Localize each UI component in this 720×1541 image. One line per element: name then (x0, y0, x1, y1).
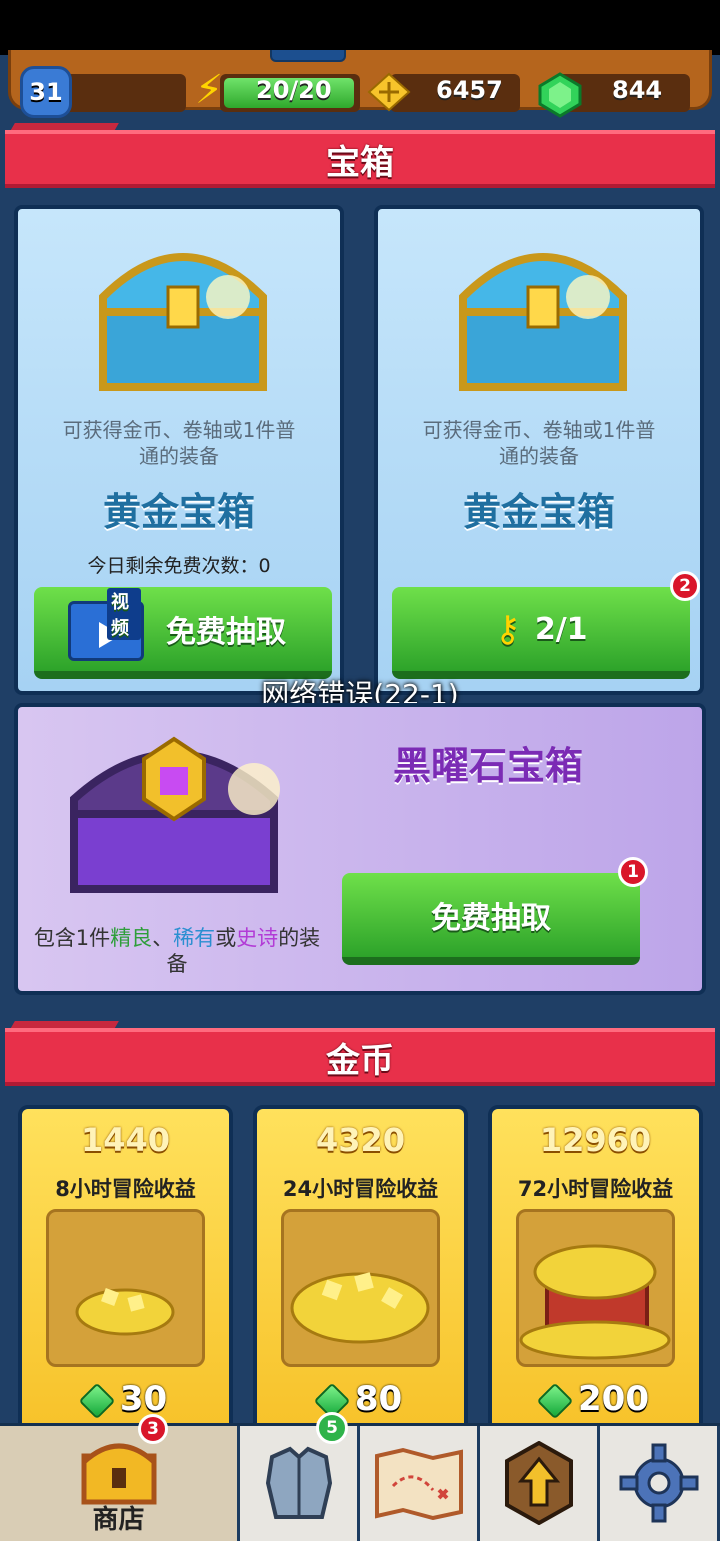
notification-badge: 3 (138, 1414, 168, 1444)
free-draw-video-button[interactable]: 视频 免费抽取 (34, 587, 332, 679)
upgrade-arrow-icon (503, 1440, 575, 1529)
coin-amount: 4320 (315, 1121, 406, 1159)
coin-chest-image (516, 1209, 675, 1367)
scroll-icon[interactable] (367, 72, 411, 112)
obsidian-chest-icon (64, 719, 284, 899)
nav-equipment[interactable]: 5 (240, 1412, 360, 1541)
chest-description: 可获得金币、卷轴或1件普 通的装备 (422, 418, 656, 468)
quality-fine: 精良 (110, 926, 153, 950)
notification-badge: 1 (618, 857, 648, 887)
energy-value: 20/20 (256, 76, 332, 104)
level-badge[interactable]: 31 (20, 66, 72, 118)
nav-map[interactable] (360, 1426, 480, 1541)
obsidian-free-draw-button[interactable]: 免费抽取 (342, 873, 640, 965)
chests-section-title: 宝箱 (5, 130, 715, 188)
bottom-nav: 3 商店 5 (0, 1412, 720, 1541)
gold-chest-icon (448, 227, 638, 397)
gem-icon[interactable] (537, 72, 583, 118)
video-tag: 视频 (107, 588, 141, 640)
armor-icon (262, 1443, 336, 1527)
hud-tab (270, 50, 346, 62)
notification-badge: 5 (316, 1412, 348, 1444)
notification-badge: 2 (670, 571, 700, 601)
free-draw-label: 免费抽取 (166, 615, 286, 650)
obsidian-draw-label: 免费抽取 (431, 901, 551, 936)
coin-price: 80 (257, 1379, 464, 1419)
coin-pile-image (46, 1209, 205, 1367)
coin-amount: 12960 (539, 1121, 652, 1159)
free-remaining-count: 今日剩余免费次数：0 (87, 555, 271, 577)
nav-shop-label: 商店 (92, 1505, 145, 1535)
coin-offer-label: 8小时冒险收益 (55, 1177, 196, 1201)
gem-value: 844 (612, 76, 663, 104)
coin-offer-card[interactable]: 4320 24小时冒险收益 80 (253, 1105, 468, 1435)
coin-offer-label: 72小时冒险收益 (517, 1177, 674, 1201)
gem-icon (536, 1382, 574, 1419)
gear-icon (619, 1443, 699, 1527)
nav-shop[interactable]: 3 商店 (0, 1414, 240, 1541)
coins-section-title: 金币 (5, 1028, 715, 1086)
key-icon: ⚷ (494, 608, 521, 650)
chest-title: 黄金宝箱 (462, 490, 615, 534)
key-count: 2/1 (534, 611, 588, 647)
coin-amount: 1440 (80, 1121, 171, 1159)
coin-price: 30 (22, 1379, 229, 1419)
coin-offer-card[interactable]: 12960 72小时冒险收益 200 (488, 1105, 703, 1435)
nav-upgrade[interactable] (480, 1426, 600, 1541)
nav-settings[interactable] (600, 1426, 720, 1541)
coin-price: 200 (492, 1379, 699, 1419)
obsidian-chest-card: 黑曜石宝箱 包含1件精良、稀有或史诗的装 备 免费抽取 1 (14, 703, 706, 995)
key-draw-button[interactable]: ⚷ 2/1 (392, 587, 690, 679)
coin-offer-label: 24小时冒险收益 (282, 1177, 439, 1201)
chest-description: 可获得金币、卷轴或1件普 通的装备 (62, 418, 296, 468)
video-icon: 视频 (68, 588, 144, 661)
energy-bolt-icon[interactable]: ⚡ (195, 70, 223, 110)
quality-rare: 稀有 (173, 926, 216, 950)
coin-pile-image (281, 1209, 440, 1367)
scroll-value: 6457 (436, 76, 503, 104)
gold-chest-card-free: 可获得金币、卷轴或1件普 通的装备 黄金宝箱 今日剩余免费次数：0 视频 免费抽… (14, 205, 344, 695)
gold-chest-icon (88, 227, 278, 397)
gold-chest-card-key: 可获得金币、卷轴或1件普 通的装备 黄金宝箱 ⚷ 2/1 2 (374, 205, 704, 695)
chest-icon (78, 1436, 160, 1506)
chest-title: 黄金宝箱 (102, 490, 255, 534)
coin-offer-card[interactable]: 1440 8小时冒险收益 30 (18, 1105, 233, 1435)
gem-icon (78, 1382, 116, 1419)
obsidian-description: 包含1件精良、稀有或史诗的装 备 (33, 926, 321, 976)
obsidian-title: 黑曜石宝箱 (392, 744, 583, 788)
status-bar (0, 0, 720, 55)
quality-epic: 史诗 (236, 926, 279, 950)
map-icon (373, 1446, 465, 1524)
